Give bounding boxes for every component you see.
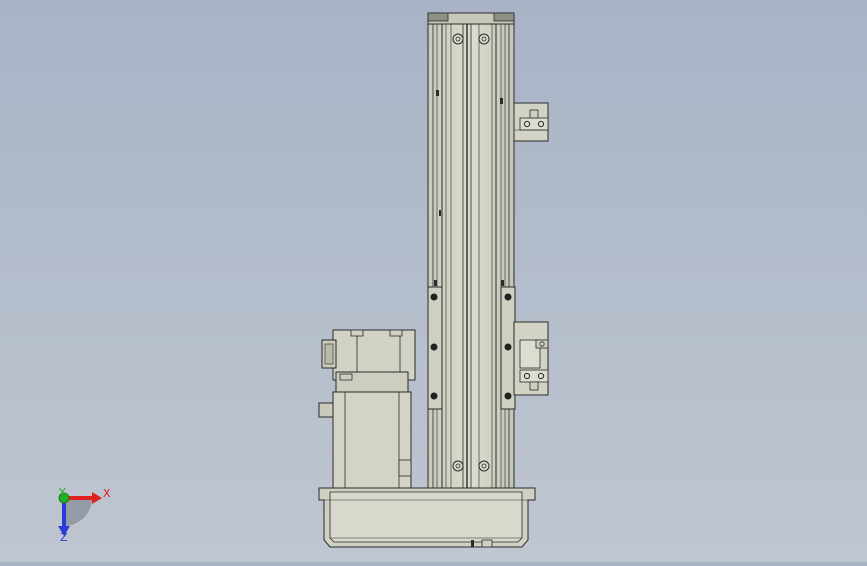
carriage-left-plate[interactable]	[427, 286, 443, 410]
sensor-bracket-lower[interactable]	[513, 321, 549, 396]
z-axis-label: Z	[60, 531, 68, 544]
sensor-bracket-upper[interactable]	[513, 102, 549, 142]
linear-module-column[interactable]	[427, 12, 515, 491]
y-axis-label: Y	[58, 486, 66, 499]
triad-shadow	[64, 498, 92, 526]
motor-assembly[interactable]	[318, 329, 416, 490]
cad-viewport[interactable]: X Y Z	[0, 0, 867, 562]
orientation-triad: X Y Z	[58, 486, 111, 544]
base-block[interactable]	[318, 487, 536, 548]
x-axis-label: X	[103, 487, 111, 500]
carriage-right-plate[interactable]	[500, 286, 516, 410]
